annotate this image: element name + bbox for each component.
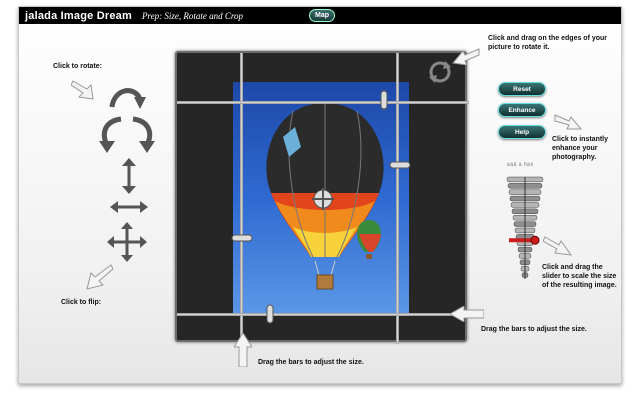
reset-button[interactable]: Reset (498, 82, 546, 96)
enhance-button[interactable]: Enhance (498, 103, 546, 117)
crop-bar-left[interactable] (240, 53, 243, 344)
flip-horizontal-icon[interactable] (109, 199, 149, 215)
slider-thumb[interactable] (530, 235, 540, 245)
hint-arrow-icon (86, 264, 114, 290)
crop-bar-right[interactable] (396, 53, 399, 344)
help-button[interactable]: Help (498, 125, 546, 139)
horizontal-drag-handle-icon[interactable] (387, 160, 413, 170)
map-button[interactable]: Map (309, 9, 335, 22)
hint-arrow-icon (71, 80, 94, 100)
hint-arrow-icon (452, 48, 480, 66)
flip-label: Click to flip: (61, 299, 102, 306)
hint-arrow-icon (234, 333, 252, 367)
hint-arrow-icon (543, 236, 573, 256)
rotate-edges-hint: Click and drag on the edges of your pict… (488, 35, 608, 51)
rotate-clockwise-icon[interactable] (108, 81, 150, 113)
flip-both-icon[interactable] (107, 221, 147, 263)
vertical-drag-handle-icon[interactable] (263, 301, 277, 327)
app-window: jalada Image Dream Prep: Size, Rotate an… (18, 6, 622, 384)
title-bar: jalada Image Dream Prep: Size, Rotate an… (19, 7, 621, 24)
rotate-clockwise-icon[interactable] (129, 115, 157, 155)
vertical-drag-handle-icon[interactable] (377, 87, 391, 113)
crop-bar-top[interactable] (177, 101, 469, 104)
horizontal-drag-handle-icon[interactable] (229, 233, 255, 243)
app-name: jalada Image Dream (25, 9, 132, 22)
rotate-counterclockwise-icon[interactable] (97, 115, 125, 155)
image-stage[interactable] (175, 51, 469, 344)
slider-hint: Click and drag the slider to scale the s… (542, 264, 617, 289)
slider-level-indicator (509, 238, 531, 243)
enhance-hint: Click to instantly enhance your photogra… (552, 136, 609, 161)
flip-vertical-icon[interactable] (119, 157, 139, 195)
slider-caption: ääã ä ñäé (507, 162, 534, 168)
hint-arrow-icon (554, 114, 583, 130)
bars-hint-right: Drag the bars to adjust the size. (481, 326, 587, 333)
move-handle-icon[interactable] (309, 185, 337, 213)
rotate-handle-icon[interactable] (427, 59, 453, 85)
bars-hint-bottom: Drag the bars to adjust the size. (258, 359, 364, 366)
hint-arrow-icon (450, 306, 484, 322)
crop-bar-bottom[interactable] (177, 313, 469, 316)
page-subtitle: Prep: Size, Rotate and Crop (141, 10, 244, 21)
rotate-label: Click to rotate: (53, 63, 103, 70)
